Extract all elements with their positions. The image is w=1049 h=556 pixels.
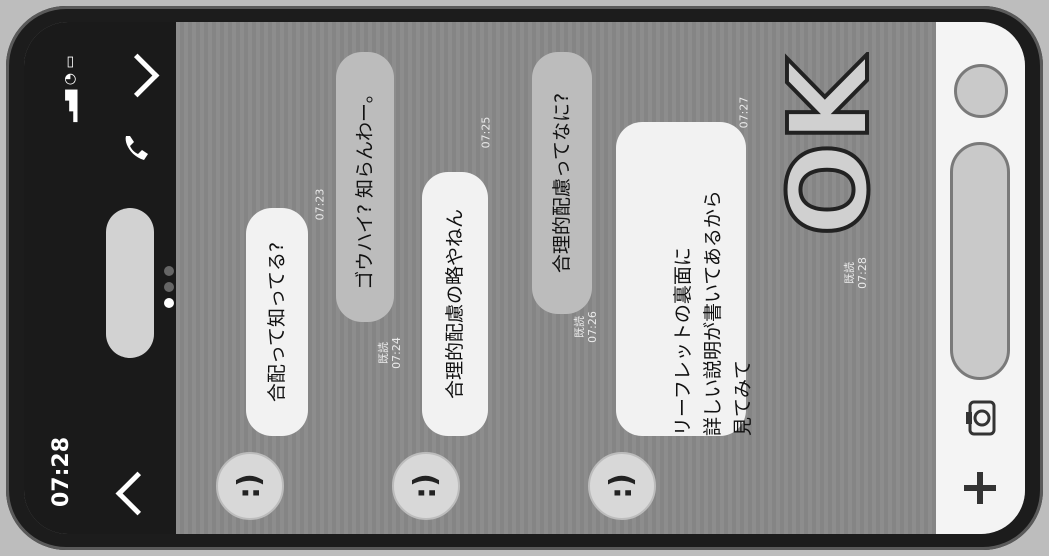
page-dot [164, 282, 174, 292]
plus-icon[interactable] [960, 468, 1000, 508]
message-text: 合理的配慮の略やねん [444, 209, 466, 400]
signal-icon: ▂▄▆ [62, 89, 78, 122]
input-bar [936, 22, 1025, 534]
message-read-status: 既読 07:26 [573, 311, 599, 343]
chevron-menu-icon[interactable] [115, 53, 160, 98]
message-input[interactable] [950, 142, 1010, 380]
message-text: 合理的配慮ってなに? [551, 92, 573, 274]
smiley-icon: :) [232, 473, 267, 499]
message-text: ゴウハイ? 知らんわー。 [354, 84, 376, 290]
message-time: 07:23 [313, 188, 327, 221]
avatar[interactable]: :) [392, 452, 460, 520]
message-bubble[interactable]: 合理的配慮の略やねん [422, 172, 488, 436]
chevron-back-icon[interactable] [115, 471, 160, 516]
sticker-ok-label: OK [782, 54, 893, 237]
message-bubble[interactable]: 合配って知ってる? [246, 208, 308, 436]
phone-frame: 07:28 ▂▄▆ ◔ ▭ :) 合配って知ってる? 07:23 ゴウハイ? 知… [6, 6, 1043, 550]
page-dot-active [164, 298, 174, 308]
message-text: 合配って知ってる? [266, 241, 288, 403]
camera-icon[interactable] [960, 398, 1000, 438]
page-indicator [164, 260, 174, 314]
page-dot [164, 266, 174, 276]
avatar[interactable]: :) [216, 452, 284, 520]
message-bubble-outgoing[interactable]: ゴウハイ? 知らんわー。 [336, 52, 394, 322]
message-time: 07:27 [737, 96, 751, 129]
message-bubble-outgoing[interactable]: 合理的配慮ってなに? [532, 52, 592, 314]
contact-name-pill [106, 208, 154, 358]
smiley-icon: :) [408, 473, 443, 499]
status-icons: ▂▄▆ ◔ ▭ [62, 55, 86, 122]
message-time: 07:25 [479, 116, 493, 149]
message-bubble[interactable]: リーフレットの裏面に 詳しい説明が書いてあるから 見てみて [616, 122, 754, 436]
wifi-icon: ◔ [62, 73, 78, 86]
message-read-status: 既読 07:28 [843, 257, 869, 289]
ok-sticker[interactable]: OK [782, 52, 902, 242]
avatar[interactable]: :) [588, 452, 656, 520]
message-text-multiline: リーフレットの裏面に 詳しい説明が書いてあるから 見てみて [672, 190, 754, 436]
screen: 07:28 ▂▄▆ ◔ ▭ :) 合配って知ってる? 07:23 ゴウハイ? 知… [24, 22, 1025, 534]
smiley-icon: :) [604, 473, 639, 499]
message-read-status: 既読 07:24 [377, 337, 403, 369]
header-bar: 07:28 ▂▄▆ ◔ ▭ [24, 22, 176, 534]
status-time: 07:28 [49, 436, 74, 507]
phone-call-icon[interactable] [120, 132, 152, 164]
emoji-icon[interactable] [954, 64, 1008, 118]
chat-area[interactable]: :) 合配って知ってる? 07:23 ゴウハイ? 知らんわー。 既読 07:24 … [176, 22, 936, 534]
battery-icon: ▭ [62, 55, 78, 69]
